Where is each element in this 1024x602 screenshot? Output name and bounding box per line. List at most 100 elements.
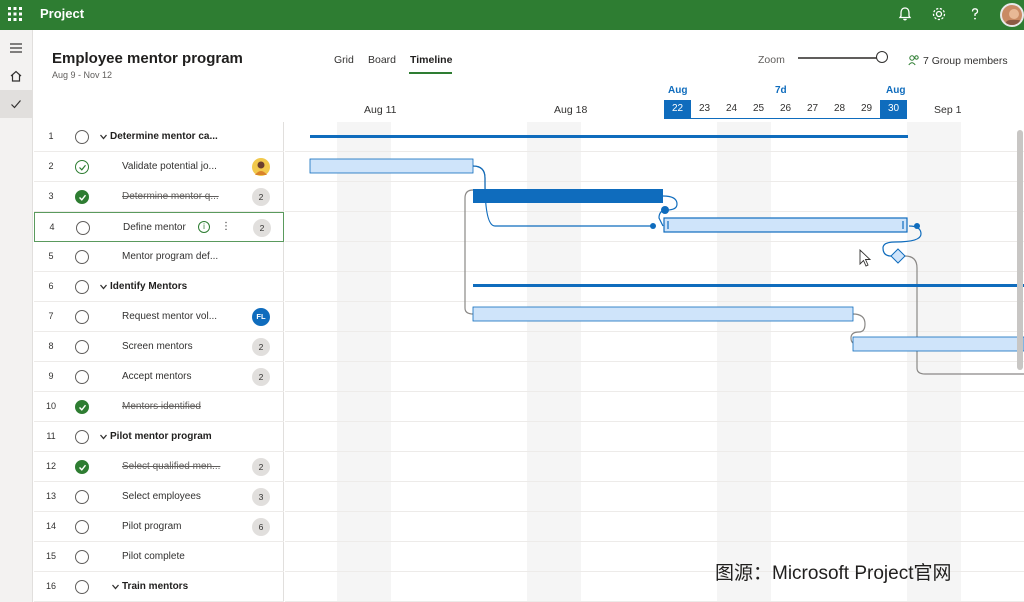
task-name[interactable]: Accept mentors <box>122 371 191 382</box>
task-checkbox[interactable] <box>75 550 89 564</box>
tab-grid[interactable]: Grid <box>334 54 354 66</box>
gear-icon[interactable] <box>930 5 948 23</box>
task-name[interactable]: Pilot complete <box>122 551 185 562</box>
task-bar[interactable] <box>852 336 1024 352</box>
assignee-count-badge[interactable]: 2 <box>253 219 271 237</box>
task-name[interactable]: Select qualified men... <box>122 461 220 472</box>
summary-bar[interactable] <box>473 284 1024 287</box>
hamburger-icon <box>10 43 22 53</box>
task-row[interactable]: 15 Pilot complete <box>34 542 284 572</box>
task-name[interactable]: Validate potential jo... <box>122 161 217 172</box>
assignee-avatar[interactable] <box>252 158 270 176</box>
chevron-down-icon[interactable] <box>100 284 107 290</box>
timeline-day[interactable]: 30 <box>880 100 907 118</box>
active-tab-indicator <box>409 72 452 74</box>
task-checkbox[interactable] <box>75 400 89 414</box>
more-options-icon[interactable]: ⋮ <box>221 221 231 232</box>
assignee-count-badge[interactable]: 3 <box>252 488 270 506</box>
task-row[interactable]: 11 Pilot mentor program <box>34 422 284 452</box>
app-launcher-icon[interactable] <box>8 7 22 21</box>
task-checkbox[interactable] <box>75 430 89 444</box>
assignee-count-badge[interactable]: 2 <box>252 368 270 386</box>
task-row[interactable]: 13 Select employees 3 <box>34 482 284 512</box>
tab-timeline[interactable]: Timeline <box>410 54 452 66</box>
timeline-day[interactable]: 28 <box>826 100 853 118</box>
task-row[interactable]: 1 Determine mentor ca... <box>34 122 284 152</box>
link-handle-start[interactable] <box>650 223 656 229</box>
assignee-count-badge[interactable]: 6 <box>252 518 270 536</box>
task-checkbox[interactable] <box>75 490 89 504</box>
task-row[interactable]: 16 Train mentors <box>34 572 284 602</box>
task-checkbox[interactable] <box>75 340 89 354</box>
home-nav-button[interactable] <box>0 62 33 90</box>
task-row-selected[interactable]: 4 Define mentor i ⋮ 2 <box>34 212 284 242</box>
task-name[interactable]: Train mentors <box>122 581 188 592</box>
tasks-nav-button[interactable] <box>0 90 33 118</box>
task-name[interactable]: Request mentor vol... <box>122 311 217 322</box>
task-row[interactable]: 5 Mentor program def... <box>34 242 284 272</box>
task-row[interactable]: 10 Mentors identified <box>34 392 284 422</box>
task-bar[interactable] <box>472 306 854 322</box>
task-name[interactable]: Screen mentors <box>122 341 193 352</box>
milestone-diamond[interactable] <box>890 248 906 264</box>
link-handle-drag[interactable] <box>661 206 669 214</box>
task-checkbox[interactable] <box>76 221 90 235</box>
task-row[interactable]: 12 Select qualified men... 2 <box>34 452 284 482</box>
timeline-day[interactable]: 24 <box>718 100 745 118</box>
assignee-count-badge[interactable]: 2 <box>252 338 270 356</box>
task-name[interactable]: Mentor program def... <box>122 251 218 262</box>
task-checkbox[interactable] <box>75 130 89 144</box>
task-checkbox[interactable] <box>75 310 89 324</box>
zoom-slider-track[interactable] <box>798 57 880 59</box>
vertical-scrollbar[interactable] <box>1017 130 1023 370</box>
task-checkbox[interactable] <box>75 520 89 534</box>
task-row[interactable]: 2 Validate potential jo... <box>34 152 284 182</box>
link-handle-end[interactable] <box>914 223 920 229</box>
task-row[interactable]: 3 Determine mentor q... 2 <box>34 182 284 212</box>
task-checkbox[interactable] <box>75 190 89 204</box>
task-name[interactable]: Define mentor <box>123 222 186 233</box>
assignee-count-badge[interactable]: 2 <box>252 188 270 206</box>
task-row[interactable]: 9 Accept mentors 2 <box>34 362 284 392</box>
task-name[interactable]: Determine mentor ca... <box>110 131 218 142</box>
task-bar-selected[interactable] <box>663 217 908 233</box>
task-name[interactable]: Identify Mentors <box>110 281 187 292</box>
task-bar[interactable] <box>309 158 474 174</box>
task-name[interactable]: Determine mentor q... <box>122 191 219 202</box>
task-name[interactable]: Mentors identified <box>122 401 201 412</box>
hamburger-menu-button[interactable] <box>0 34 33 62</box>
task-name[interactable]: Select employees <box>122 491 201 502</box>
chevron-down-icon[interactable] <box>112 584 119 590</box>
timeline-day[interactable]: 25 <box>745 100 772 118</box>
task-checkbox[interactable] <box>75 370 89 384</box>
assignee-initials-badge[interactable]: FL <box>252 308 270 326</box>
bell-icon[interactable] <box>896 5 914 23</box>
chevron-down-icon[interactable] <box>100 134 107 140</box>
task-checkbox[interactable] <box>75 160 89 174</box>
user-avatar[interactable] <box>1000 3 1024 27</box>
task-bar-complete[interactable] <box>473 189 663 203</box>
timeline-day[interactable]: 29 <box>853 100 880 118</box>
timeline-day[interactable]: 22 <box>664 100 691 118</box>
task-checkbox[interactable] <box>75 460 89 474</box>
info-icon[interactable]: i <box>198 221 210 233</box>
timeline-day[interactable]: 23 <box>691 100 718 118</box>
summary-bar[interactable] <box>310 135 908 138</box>
tab-board[interactable]: Board <box>368 54 396 66</box>
task-checkbox[interactable] <box>75 280 89 294</box>
task-row[interactable]: 14 Pilot program 6 <box>34 512 284 542</box>
timeline-day[interactable]: 26 <box>772 100 799 118</box>
task-name[interactable]: Pilot program <box>122 521 181 532</box>
chevron-down-icon[interactable] <box>100 434 107 440</box>
help-icon[interactable] <box>966 5 984 23</box>
task-name[interactable]: Pilot mentor program <box>110 431 212 442</box>
assignee-count-badge[interactable]: 2 <box>252 458 270 476</box>
task-row[interactable]: 7 Request mentor vol... FL <box>34 302 284 332</box>
task-row[interactable]: 6 Identify Mentors <box>34 272 284 302</box>
task-checkbox[interactable] <box>75 250 89 264</box>
zoom-slider-thumb[interactable] <box>876 51 888 63</box>
group-members-button[interactable]: 7 Group members <box>908 54 1008 67</box>
task-checkbox[interactable] <box>75 580 89 594</box>
task-row[interactable]: 8 Screen mentors 2 <box>34 332 284 362</box>
timeline-day[interactable]: 27 <box>799 100 826 118</box>
